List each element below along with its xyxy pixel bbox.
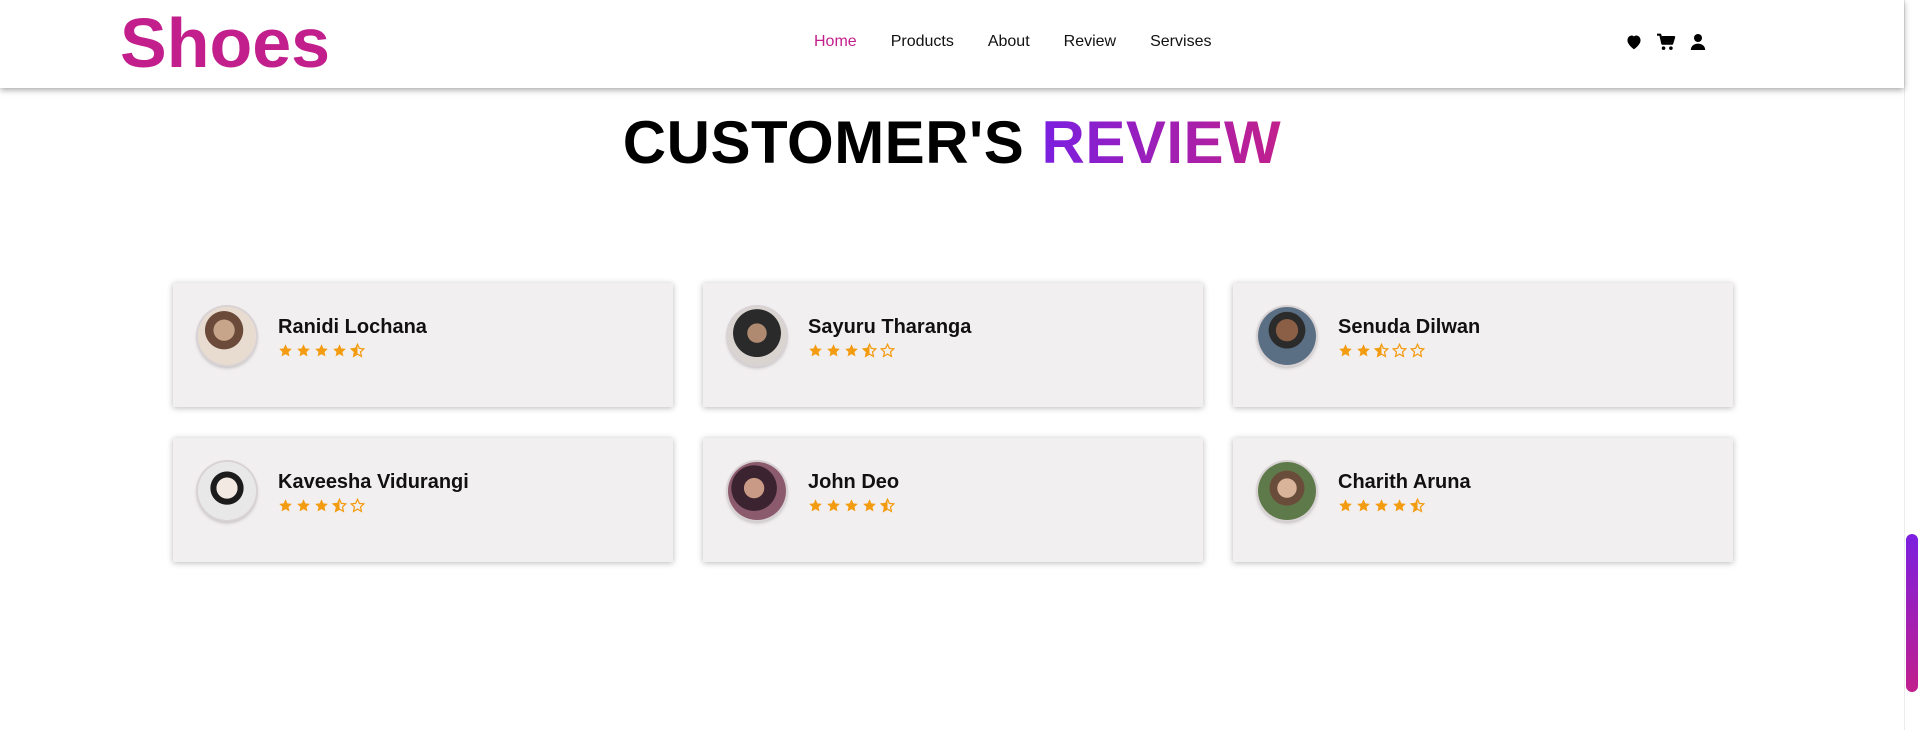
star-empty-icon — [1410, 343, 1425, 358]
star-full-icon — [314, 498, 329, 513]
star-full-icon — [826, 343, 841, 358]
star-half-icon — [332, 498, 347, 513]
star-full-icon — [808, 343, 823, 358]
star-half-icon — [1374, 343, 1389, 358]
woman-panda-hood-avatar — [198, 462, 256, 520]
nav-servises[interactable]: Servises — [1150, 31, 1211, 53]
man-avatar — [728, 307, 786, 365]
site-header: Shoes Home Products About Review Servise… — [0, 0, 1904, 88]
star-rating — [278, 498, 365, 513]
woman-avatar — [198, 307, 256, 365]
star-empty-icon — [1392, 343, 1407, 358]
star-rating — [1338, 343, 1425, 358]
heart-icon[interactable] — [1624, 31, 1644, 53]
reviewer-name: John Deo — [808, 471, 900, 493]
reviewer-name: Senuda Dilwan — [1338, 316, 1481, 338]
star-empty-icon — [880, 343, 895, 358]
reviewer-name: Kaveesha Vidurangi — [278, 471, 469, 493]
star-full-icon — [1356, 343, 1371, 358]
review-card: John Deo — [703, 438, 1203, 562]
nav-products[interactable]: Products — [891, 31, 954, 53]
star-full-icon — [278, 498, 293, 513]
nav-about[interactable]: About — [988, 31, 1030, 53]
star-full-icon — [332, 343, 347, 358]
review-card: Kaveesha Vidurangi — [173, 438, 673, 562]
star-full-icon — [844, 343, 859, 358]
star-rating — [808, 498, 895, 513]
reviewer-name: Sayuru Tharanga — [808, 316, 972, 338]
star-full-icon — [296, 343, 311, 358]
woman-avatar — [728, 462, 786, 520]
star-full-icon — [862, 498, 877, 513]
brand-logo[interactable]: Shoes — [120, 2, 330, 84]
star-full-icon — [1374, 498, 1389, 513]
star-half-icon — [1410, 498, 1425, 513]
star-rating — [1338, 498, 1425, 513]
header-icons — [1624, 31, 1708, 53]
star-full-icon — [1338, 498, 1353, 513]
review-card: Senuda Dilwan — [1233, 283, 1733, 407]
star-half-icon — [880, 498, 895, 513]
star-rating — [278, 343, 365, 358]
user-icon[interactable] — [1688, 31, 1708, 53]
star-empty-icon — [350, 498, 365, 513]
nav-home[interactable]: Home — [814, 31, 857, 53]
star-full-icon — [296, 498, 311, 513]
star-full-icon — [826, 498, 841, 513]
man-avatar — [1258, 462, 1316, 520]
star-full-icon — [1338, 343, 1353, 358]
star-rating — [808, 343, 895, 358]
scrollbar-thumb[interactable] — [1906, 534, 1918, 692]
star-full-icon — [314, 343, 329, 358]
page: Shoes Home Products About Review Servise… — [0, 0, 1920, 730]
reviewer-name: Charith Aruna — [1338, 471, 1471, 493]
review-grid: Ranidi Lochana Sayuru Tharanga Senuda Di… — [173, 283, 1733, 562]
title-main: CUSTOMER'S — [622, 109, 1025, 176]
star-full-icon — [1356, 498, 1371, 513]
review-card: Ranidi Lochana — [173, 283, 673, 407]
star-half-icon — [350, 343, 365, 358]
title-accent: REVIEW — [1041, 109, 1282, 176]
star-full-icon — [844, 498, 859, 513]
main-nav: Home Products About Review Servises — [814, 31, 1245, 53]
section-title: CUSTOMER'S REVIEW — [0, 110, 1904, 176]
star-half-icon — [862, 343, 877, 358]
star-full-icon — [808, 498, 823, 513]
star-full-icon — [278, 343, 293, 358]
star-full-icon — [1392, 498, 1407, 513]
cart-icon[interactable] — [1656, 31, 1676, 53]
nav-review[interactable]: Review — [1064, 31, 1116, 53]
man-glasses-avatar — [1258, 307, 1316, 365]
review-card: Charith Aruna — [1233, 438, 1733, 562]
reviewer-name: Ranidi Lochana — [278, 316, 427, 338]
review-card: Sayuru Tharanga — [703, 283, 1203, 407]
